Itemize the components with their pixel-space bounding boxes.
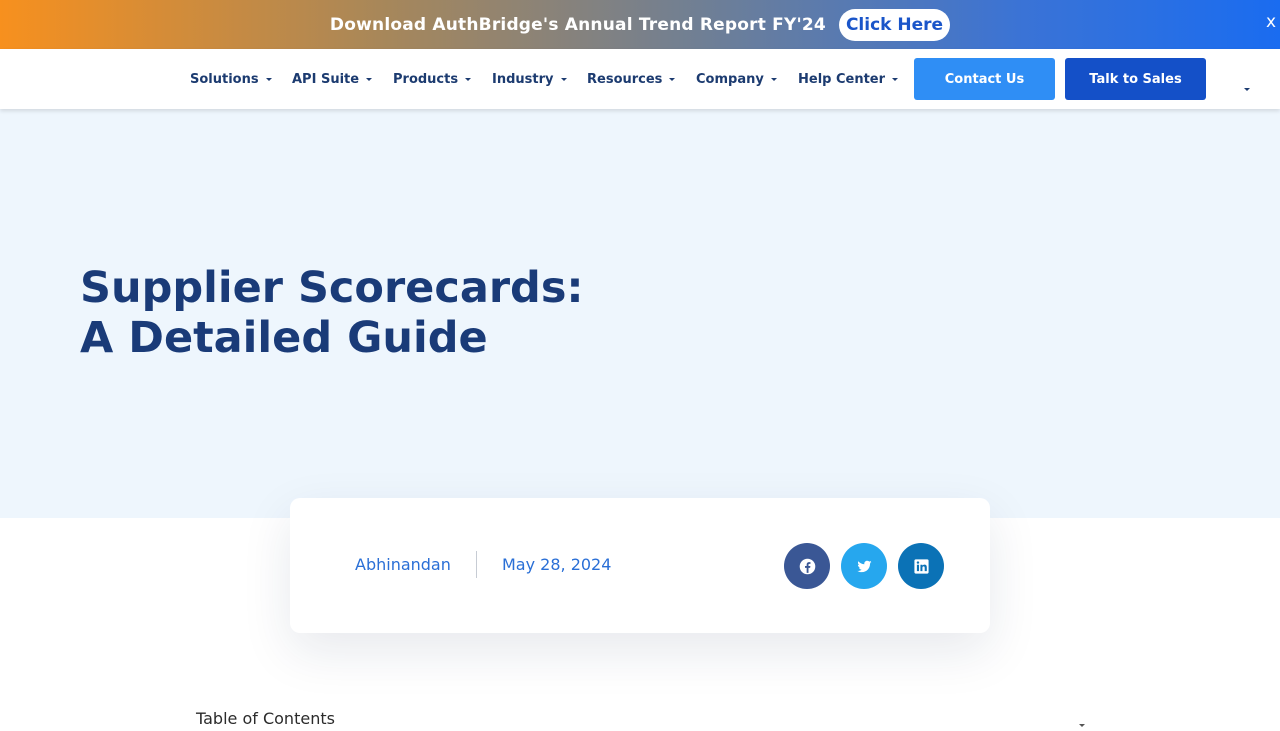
table-of-contents-title: Table of Contents [196,709,335,728]
chevron-down-icon [1079,724,1085,727]
share-facebook-button[interactable] [784,543,830,589]
chevron-down-icon [465,77,472,81]
share-twitter-button[interactable] [841,543,887,589]
twitter-icon [856,560,872,572]
chevron-down-icon [669,77,676,81]
contact-us-button[interactable]: Contact Us [914,58,1055,100]
chevron-down-icon [892,77,899,81]
meta-divider [476,551,477,578]
nav-item-label: API Suite [292,71,360,87]
promo-close-button[interactable]: x [1266,12,1280,36]
talk-to-sales-button[interactable]: Talk to Sales [1065,58,1206,100]
facebook-icon [799,558,815,574]
chevron-down-icon [265,77,272,81]
publish-date: May 28, 2024 [502,555,612,574]
chevron-down-icon [560,77,567,81]
nav-more-dropdown[interactable] [1242,76,1252,91]
chevron-down-icon [366,77,373,81]
article-meta-card: Abhinandan May 28, 2024 [290,498,990,633]
chevron-down-icon [1244,88,1250,91]
main-nav: Solutions API Suite Products Industry Re… [0,49,1280,109]
nav-item-label: Solutions [190,71,259,87]
nav-item-api-suite[interactable]: API Suite [292,70,373,88]
page-title-line2: A Detailed Guide [80,313,488,363]
nav-item-help-center[interactable]: Help Center [798,70,899,88]
chevron-down-icon [770,77,777,81]
nav-item-label: Industry [492,71,554,87]
toc-toggle[interactable] [1072,712,1086,727]
promo-click-here-button[interactable]: Click Here [838,8,951,41]
author-link[interactable]: Abhinandan [355,555,451,574]
nav-item-products[interactable]: Products [393,70,472,88]
share-linkedin-button[interactable] [898,543,944,589]
page-title-line1: Supplier Scorecards: [80,263,584,313]
nav-item-solutions[interactable]: Solutions [190,70,272,88]
nav-item-industry[interactable]: Industry [492,70,567,88]
nav-item-company[interactable]: Company [696,70,777,88]
nav-item-resources[interactable]: Resources [587,70,676,88]
nav-item-label: Products [393,71,459,87]
linkedin-icon [913,558,929,574]
nav-item-label: Resources [587,71,663,87]
nav-item-label: Help Center [798,71,886,87]
nav-item-label: Company [696,71,764,87]
page-title: Supplier Scorecards: A Detailed Guide [80,263,700,363]
promo-banner: Download AuthBridge's Annual Trend Repor… [0,0,1280,49]
promo-text: Download AuthBridge's Annual Trend Repor… [329,14,826,35]
